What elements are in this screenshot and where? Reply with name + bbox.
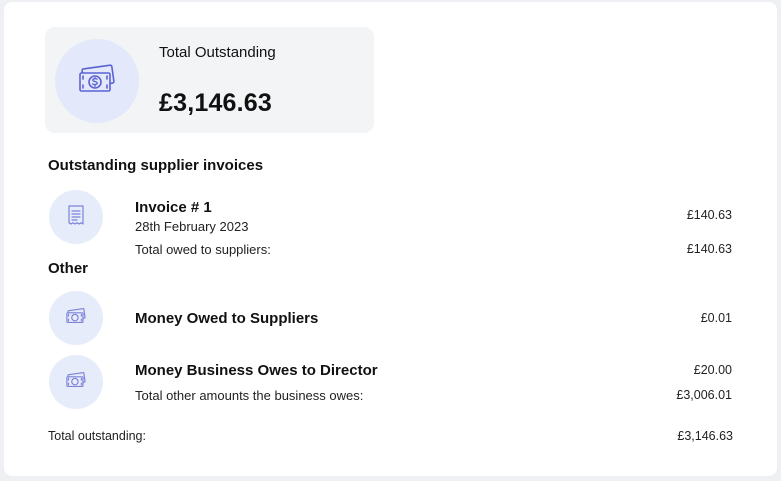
other-total-amount: £3,006.01	[676, 388, 732, 402]
other-item-icon-circle	[49, 355, 103, 409]
money-icon	[65, 307, 87, 329]
summary-label: Total Outstanding	[159, 44, 276, 61]
other-item-title[interactable]: Money Owed to Suppliers	[135, 310, 318, 327]
supplier-total-amount: £140.63	[686, 242, 732, 256]
money-icon	[77, 63, 117, 99]
supplier-section-title: Outstanding supplier invoices	[48, 157, 264, 174]
invoice-date: 28th February 2023	[135, 219, 249, 234]
total-outstanding-summary: Total Outstanding £3,146.63	[45, 27, 374, 133]
other-item-amount: £20.00	[693, 363, 732, 377]
receipt-icon	[67, 204, 85, 230]
grand-total-amount: £3,146.63	[677, 429, 733, 443]
invoice-amount: £140.63	[686, 208, 732, 222]
other-item-title[interactable]: Money Business Owes to Director	[135, 362, 378, 379]
summary-icon-circle	[55, 39, 139, 123]
other-total-label: Total other amounts the business owes:	[135, 388, 364, 403]
other-item-amount: £0.01	[700, 311, 732, 325]
invoice-icon-circle	[49, 190, 103, 244]
summary-amount: £3,146.63	[159, 89, 273, 117]
invoice-title[interactable]: Invoice # 1	[135, 199, 212, 216]
other-section-title: Other	[48, 260, 89, 277]
grand-total-label: Total outstanding:	[48, 429, 146, 443]
other-item-icon-circle	[49, 291, 103, 345]
supplier-total-label: Total owed to suppliers:	[135, 242, 271, 257]
money-icon	[65, 371, 87, 393]
